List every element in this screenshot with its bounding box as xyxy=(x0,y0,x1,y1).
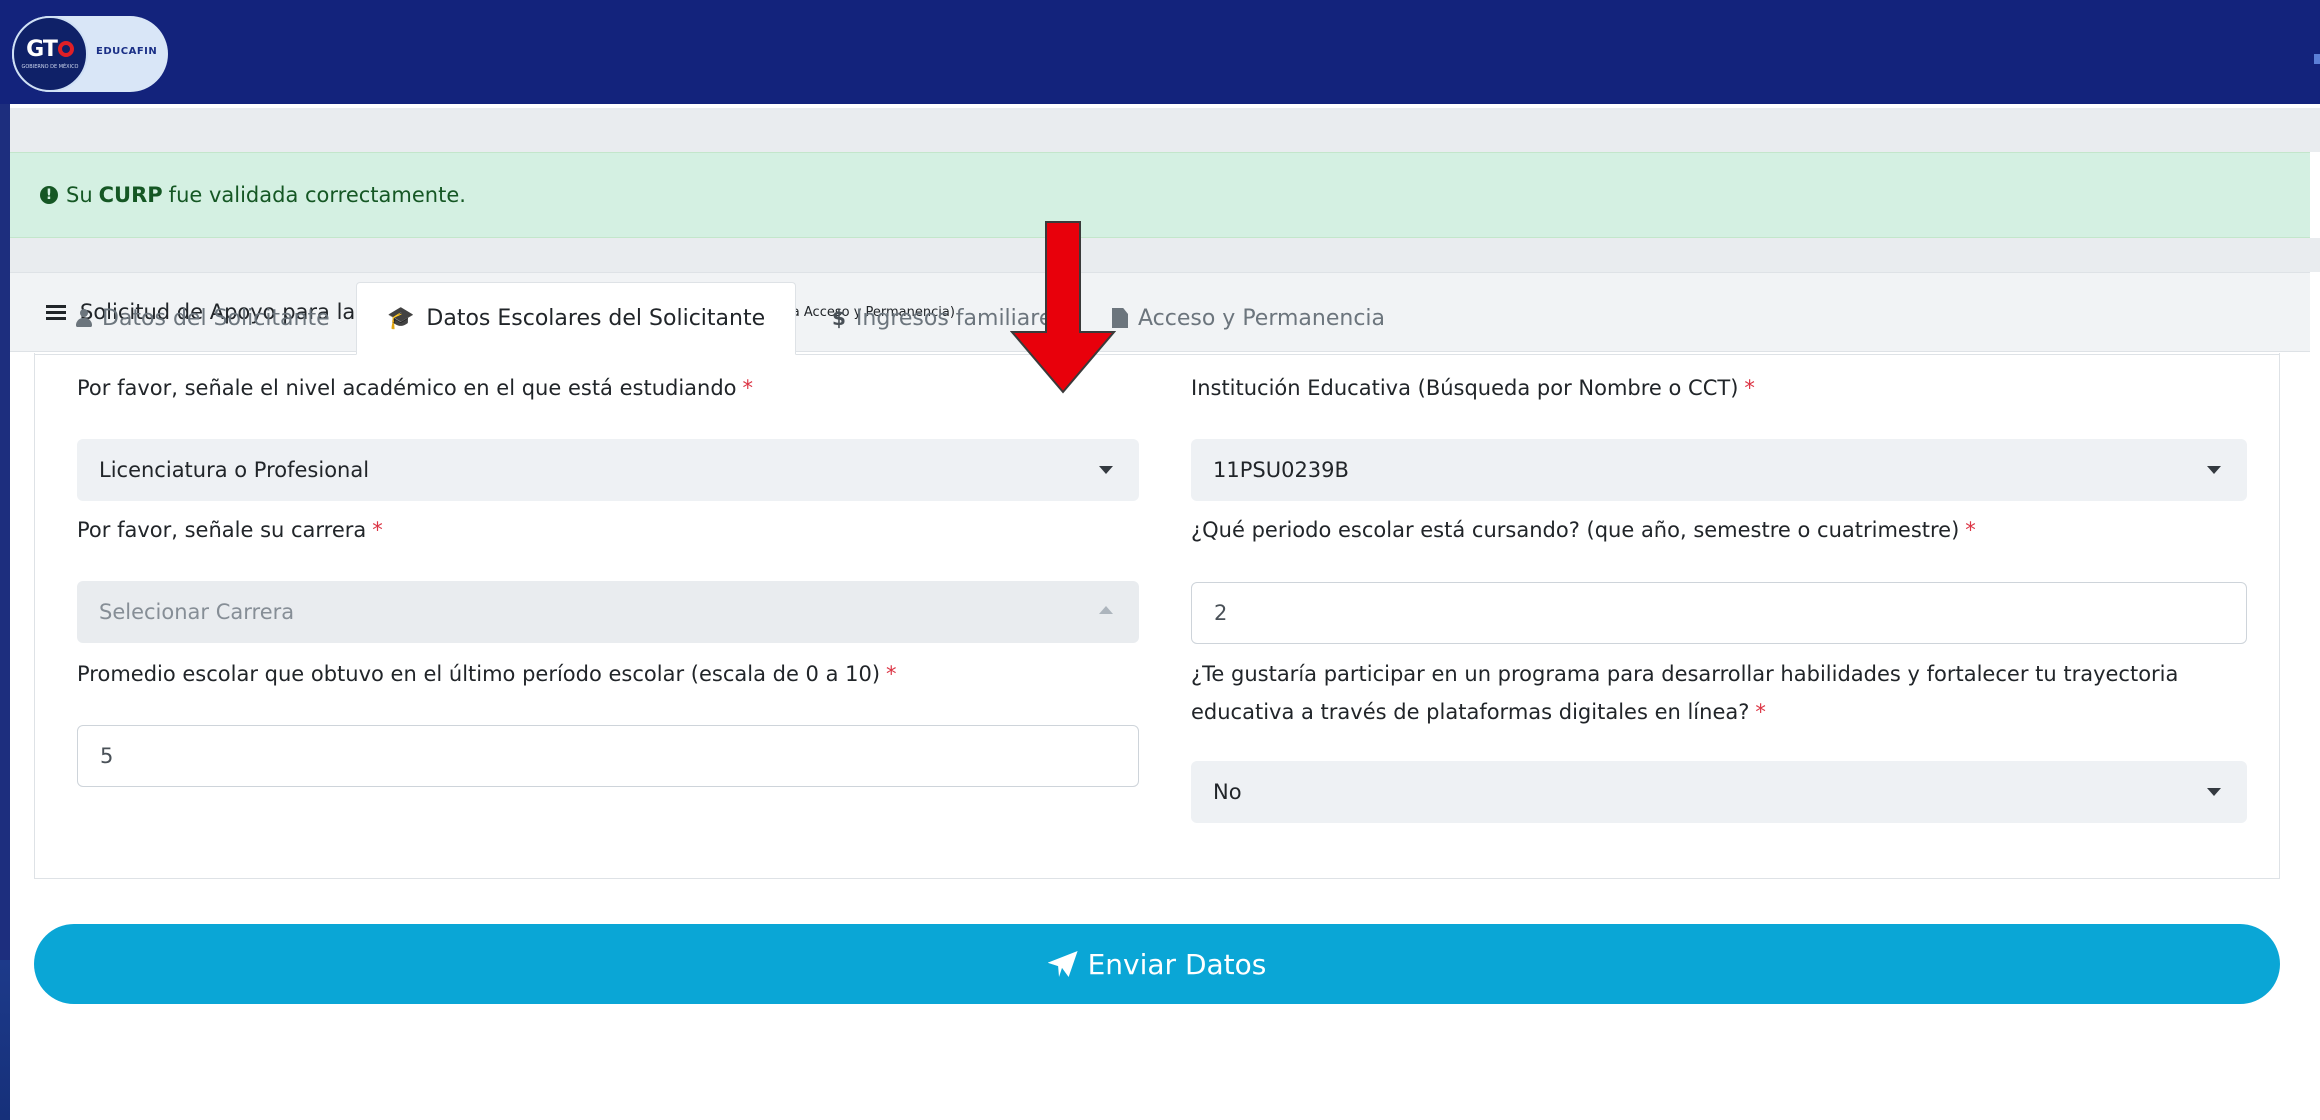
submit-label: Enviar Datos xyxy=(1087,947,1267,981)
carrera-select[interactable]: Selecionar Carrera xyxy=(77,581,1139,643)
required-mark: * xyxy=(1755,700,1766,724)
carrera-placeholder: Selecionar Carrera xyxy=(99,600,295,624)
carrera-label-text: Por favor, señale su carrera xyxy=(77,518,367,542)
periodo-input[interactable]: 2 xyxy=(1191,582,2247,644)
paper-plane-icon xyxy=(1047,951,1078,977)
tab-label: Datos Escolares del Solicitante xyxy=(426,306,766,331)
tab-datos-solicitante[interactable]: Datos del Solicitante xyxy=(76,282,330,354)
tab-label: Datos del Solicitante xyxy=(102,305,330,331)
spacer-band xyxy=(10,108,2320,152)
programa-label-line1: ¿Te gustaría participar en un programa p… xyxy=(1191,662,2179,686)
programa-value: No xyxy=(1213,780,1242,804)
alert-suffix: fue validada correctamente. xyxy=(168,183,466,207)
periodo-label: ¿Qué periodo escolar está cursando? (que… xyxy=(1191,513,1976,547)
periodo-label-text: ¿Qué periodo escolar está cursando? (que… xyxy=(1191,518,1960,542)
promedio-input[interactable]: 5 xyxy=(77,725,1139,787)
caret-down-icon xyxy=(2207,466,2221,474)
promedio-label-text: Promedio escolar que obtuvo en el último… xyxy=(77,662,881,686)
enviar-datos-button[interactable]: Enviar Datos xyxy=(34,924,2280,1004)
caret-up-icon xyxy=(1099,606,1113,614)
institucion-label-text: Institución Educativa (Búsqueda por Nomb… xyxy=(1191,376,1739,400)
required-mark: * xyxy=(372,518,383,542)
promedio-value: 5 xyxy=(100,744,114,768)
spacer-band xyxy=(10,238,2320,272)
required-mark: * xyxy=(742,376,754,400)
institucion-select[interactable]: 11PSU0239B xyxy=(1191,439,2247,501)
nivel-label-text: Por favor, señale el nivel académico en … xyxy=(77,376,737,400)
alert-strong: CURP xyxy=(98,183,163,207)
user-icon xyxy=(76,309,92,327)
gto-logo-text: GT xyxy=(26,38,74,61)
gto-logo-circle: GT GOBIERNO DE MÉXICO xyxy=(12,16,88,92)
tab-label: Acceso y Permanencia xyxy=(1138,305,1386,331)
datos-escolares-panel: Por favor, señale el nivel académico en … xyxy=(34,353,2280,879)
educafin-logo[interactable]: GT GOBIERNO DE MÉXICO EDUCAFIN xyxy=(12,16,168,92)
curp-success-alert: ! Su CURP fue validada correctamente. xyxy=(10,152,2310,238)
carrera-label: Por favor, señale su carrera * xyxy=(77,513,383,547)
programa-select[interactable]: No xyxy=(1191,761,2247,823)
gto-logo-subtext: GOBIERNO DE MÉXICO xyxy=(21,63,79,70)
required-mark: * xyxy=(1965,518,1976,542)
graduation-cap-icon: 🎓 xyxy=(387,306,415,331)
promedio-label: Promedio escolar que obtuvo en el último… xyxy=(77,657,897,691)
top-navbar: GT GOBIERNO DE MÉXICO EDUCAFIN xyxy=(0,0,2320,104)
tab-datos-escolares[interactable]: 🎓 Datos Escolares del Solicitante xyxy=(356,282,797,355)
tab-acceso-permanencia[interactable]: Acceso y Permanencia xyxy=(1112,282,1385,354)
required-mark: * xyxy=(1744,376,1755,400)
nivel-select[interactable]: Licenciatura o Profesional xyxy=(77,439,1139,501)
exclamation-circle-icon: ! xyxy=(40,186,58,204)
institucion-label: Institución Educativa (Búsqueda por Nomb… xyxy=(1191,371,1755,405)
nivel-label: Por favor, señale el nivel académico en … xyxy=(77,371,753,405)
caret-down-icon xyxy=(1099,466,1113,474)
annotation-red-arrow-icon xyxy=(1010,221,1116,394)
programa-label-line2: educativa a través de plataformas digita… xyxy=(1191,700,1750,724)
institucion-value: 11PSU0239B xyxy=(1213,458,1349,482)
alert-prefix: Su xyxy=(66,183,93,207)
required-mark: * xyxy=(886,662,897,686)
navbar-edge-mark xyxy=(2314,54,2320,64)
dollar-icon: $ xyxy=(832,306,846,330)
programa-label: ¿Te gustaría participar en un programa p… xyxy=(1191,657,2247,729)
form-tabs: Datos del Solicitante 🎓 Datos Escolares … xyxy=(34,282,2280,355)
brand-name: EDUCAFIN xyxy=(96,46,158,57)
caret-down-icon xyxy=(2207,788,2221,796)
nivel-value: Licenciatura o Profesional xyxy=(99,458,370,482)
periodo-value: 2 xyxy=(1214,601,1228,625)
